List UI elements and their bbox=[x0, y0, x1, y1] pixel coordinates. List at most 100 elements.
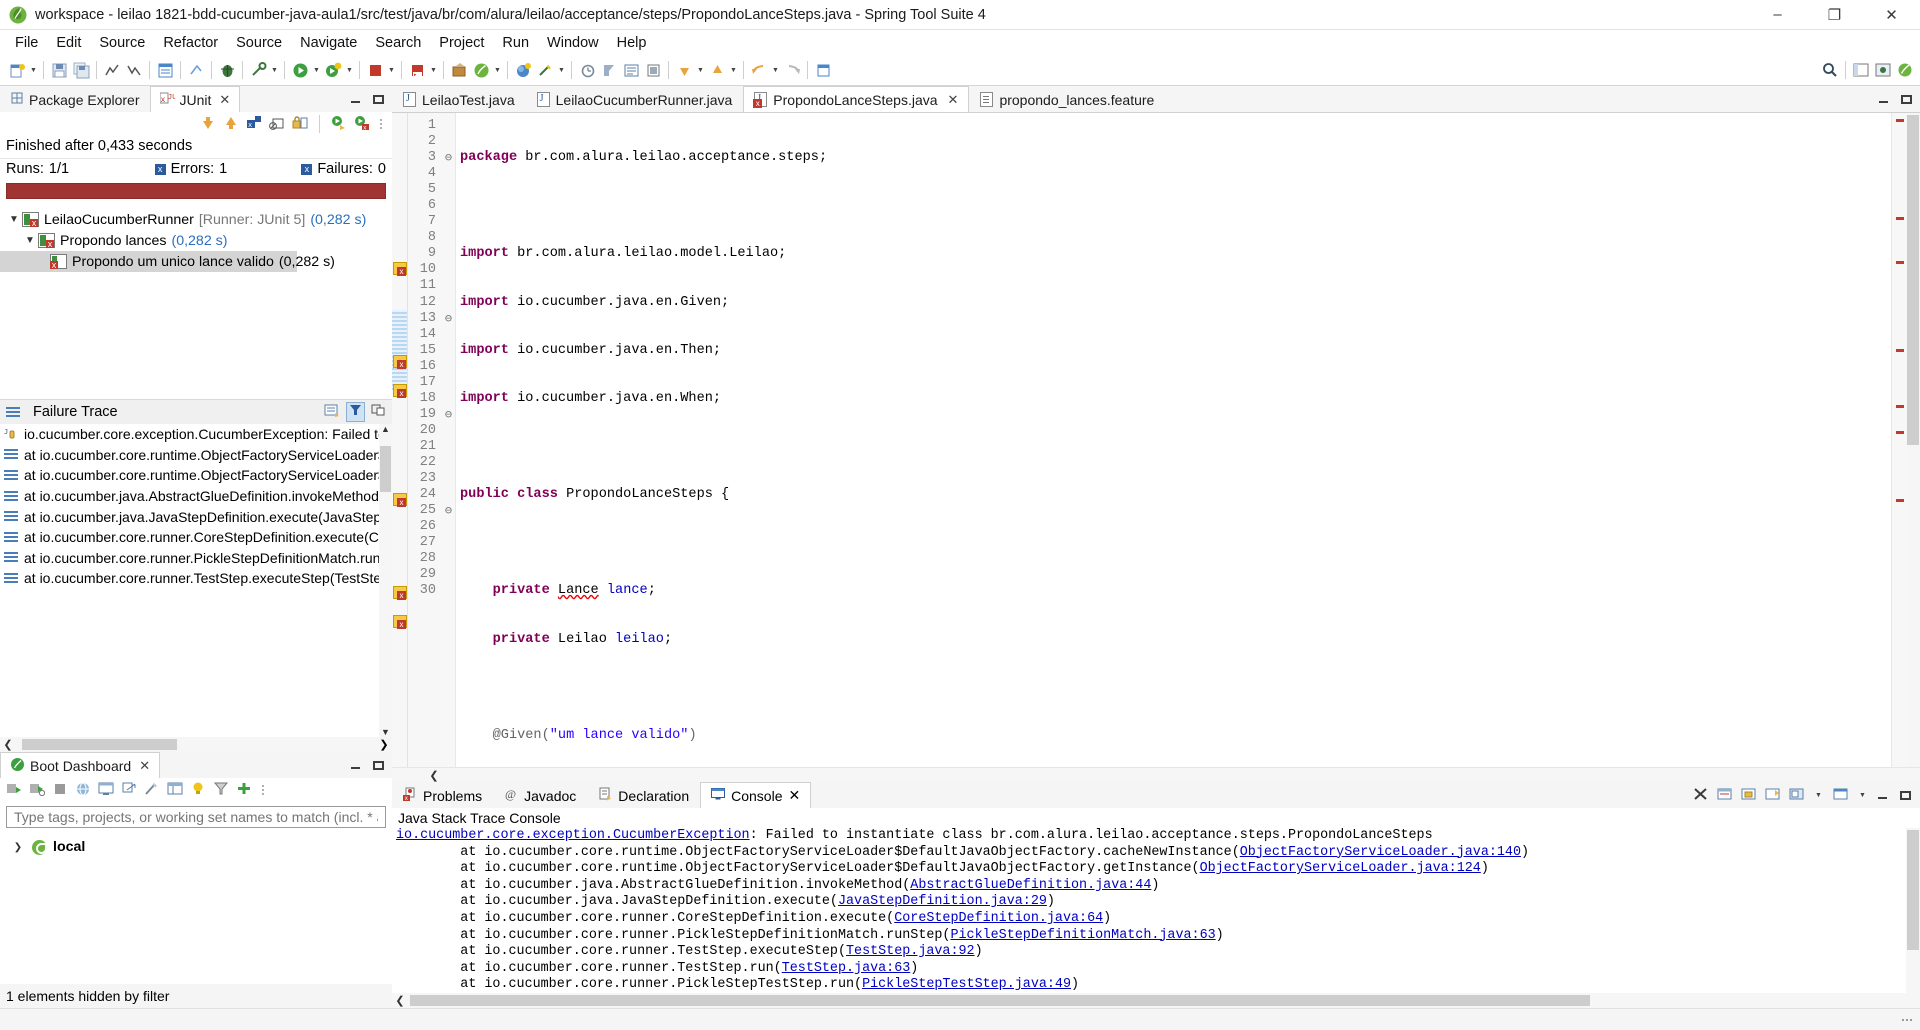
error-marker-icon[interactable] bbox=[393, 615, 407, 629]
tab-package-explorer[interactable]: Package Explorer bbox=[0, 86, 150, 112]
perspective-java-icon[interactable] bbox=[1850, 59, 1872, 81]
new-java-project-icon[interactable] bbox=[512, 59, 534, 81]
stack-trace-link[interactable]: JavaStepDefinition.java:29 bbox=[838, 894, 1047, 909]
boot-dashboard-filter-input[interactable] bbox=[12, 808, 380, 826]
next-annotation-icon[interactable] bbox=[673, 59, 695, 81]
relaunch-dropdown-icon[interactable]: ▼ bbox=[428, 59, 439, 81]
failure-trace-row[interactable]: J io.cucumber.core.exception.CucumberExc… bbox=[0, 424, 392, 445]
boot-dashboard-tree[interactable]: ❯ local bbox=[0, 830, 392, 984]
console-vertical-scrollbar[interactable] bbox=[1906, 828, 1920, 993]
next-annotation-dropdown-icon[interactable]: ▼ bbox=[695, 59, 706, 81]
menu-source[interactable]: Source bbox=[90, 33, 154, 53]
minimize-view-icon[interactable] bbox=[350, 759, 363, 772]
boot-dashboard-item-local[interactable]: ❯ local bbox=[0, 836, 392, 858]
failure-trace-row[interactable]: at io.cucumber.java.JavaStepDefinition.e… bbox=[0, 506, 392, 527]
show-ignored-icon[interactable] bbox=[269, 115, 285, 134]
resize-grip-icon[interactable] bbox=[1902, 1018, 1912, 1021]
open-console-icon[interactable] bbox=[98, 781, 114, 799]
maximize-view-icon[interactable] bbox=[372, 93, 385, 106]
console-output[interactable]: io.cucumber.core.exception.CucumberExcep… bbox=[392, 828, 1920, 993]
lock-scroll-icon[interactable] bbox=[292, 115, 308, 134]
new-wizard-icon[interactable] bbox=[6, 59, 28, 81]
save-all-icon[interactable] bbox=[70, 59, 92, 81]
close-icon[interactable]: ✕ bbox=[789, 787, 801, 804]
maximize-editor-icon[interactable] bbox=[1900, 93, 1913, 106]
filter-stack-trace-icon[interactable] bbox=[346, 402, 365, 422]
minimize-view-icon[interactable] bbox=[350, 93, 363, 106]
chevron-down-icon[interactable]: ▼ bbox=[22, 235, 38, 246]
maximize-button[interactable]: ❐ bbox=[1806, 0, 1863, 30]
close-button[interactable]: ✕ bbox=[1863, 0, 1920, 30]
scrollbar-thumb[interactable] bbox=[410, 995, 1590, 1006]
tab-boot-dashboard[interactable]: Boot Dashboard ✕ bbox=[0, 752, 161, 778]
failure-trace-row[interactable]: at io.cucumber.core.runtime.ObjectFactor… bbox=[0, 445, 392, 466]
maximize-view-icon[interactable] bbox=[372, 759, 385, 772]
overview-error-mark[interactable] bbox=[1896, 431, 1904, 434]
spring-boot-icon[interactable] bbox=[470, 59, 492, 81]
stack-trace-link[interactable]: io.cucumber.core.exception.CucumberExcep… bbox=[396, 828, 750, 843]
rerun-test-icon[interactable] bbox=[331, 115, 347, 134]
debug-bug-icon[interactable] bbox=[216, 59, 238, 81]
previous-failure-icon[interactable] bbox=[223, 115, 239, 134]
scrollbar-thumb[interactable] bbox=[22, 739, 177, 750]
bookmark-icon[interactable] bbox=[642, 59, 664, 81]
fold-toggle-icon[interactable]: ⊖ bbox=[442, 503, 455, 519]
overview-error-mark[interactable] bbox=[1896, 217, 1904, 220]
menu-run[interactable]: Run bbox=[493, 33, 538, 53]
fold-toggle-icon[interactable]: ⊖ bbox=[442, 407, 455, 423]
relaunch-icon[interactable]: ▸ bbox=[406, 59, 428, 81]
scroll-lock-icon[interactable] bbox=[1741, 787, 1756, 804]
stop-app-icon[interactable] bbox=[52, 781, 68, 799]
stack-trace-link[interactable]: TestStep.java:63 bbox=[782, 961, 911, 976]
external-tools-dropdown-icon[interactable]: ▼ bbox=[269, 59, 280, 81]
overview-error-mark[interactable] bbox=[1896, 261, 1904, 264]
failure-trace-horizontal-scrollbar[interactable]: ❮ ❯ bbox=[0, 737, 392, 752]
menu-refactor[interactable]: Refactor bbox=[154, 33, 227, 53]
restart-app-icon[interactable] bbox=[29, 781, 46, 799]
menu-file[interactable]: File bbox=[6, 33, 47, 53]
editor-vertical-scrollbar[interactable] bbox=[1906, 113, 1920, 767]
junit-tree-row-selected[interactable]: Propondo um unico lance valido (0,282 s) bbox=[0, 251, 335, 272]
run-dropdown-icon[interactable]: ▼ bbox=[311, 59, 322, 81]
overview-error-mark[interactable] bbox=[1896, 349, 1904, 352]
back-icon[interactable] bbox=[748, 59, 770, 81]
editor-body[interactable]: 1234 5678 9101112 13141516 17181920 2122… bbox=[392, 112, 1920, 767]
terminate-icon[interactable] bbox=[1693, 787, 1708, 804]
open-console-menu-icon[interactable] bbox=[1833, 787, 1848, 804]
close-icon[interactable]: ✕ bbox=[219, 92, 230, 108]
boot-dashboard-view-menu-icon[interactable] bbox=[259, 779, 266, 801]
forward-icon[interactable] bbox=[781, 59, 803, 81]
junit-view-menu-icon[interactable] bbox=[377, 113, 384, 135]
menu-help[interactable]: Help bbox=[608, 33, 656, 53]
build-chart-icon[interactable] bbox=[101, 59, 123, 81]
filter-icon[interactable] bbox=[213, 781, 229, 799]
scrollbar-thumb[interactable] bbox=[1907, 830, 1919, 950]
next-failure-icon[interactable] bbox=[200, 115, 216, 134]
failure-trace-row[interactable]: at io.cucumber.core.runner.TestStep.exec… bbox=[0, 568, 392, 589]
fold-toggle-icon[interactable]: ⊖ bbox=[442, 150, 455, 166]
chevron-right-icon[interactable]: ❯ bbox=[10, 842, 26, 853]
junit-tree-row[interactable]: ▼ LeilaoCucumberRunner [Runner: JUnit 5]… bbox=[0, 209, 392, 230]
open-browser-icon[interactable] bbox=[75, 781, 91, 799]
menu-edit[interactable]: Edit bbox=[47, 33, 90, 53]
failure-trace-row[interactable]: at io.cucumber.java.AbstractGlueDefiniti… bbox=[0, 486, 392, 507]
failure-trace-row[interactable]: at io.cucumber.core.runner.CoreStepDefin… bbox=[0, 527, 392, 548]
stack-trace-link[interactable]: AbstractGlueDefinition.java:44 bbox=[910, 878, 1151, 893]
stack-trace-link[interactable]: ObjectFactoryServiceLoader.java:124 bbox=[1200, 861, 1481, 876]
error-marker-icon[interactable] bbox=[393, 493, 407, 507]
external-tools-icon[interactable] bbox=[247, 59, 269, 81]
junit-tree-row[interactable]: ▼ Propondo lances (0,282 s) bbox=[0, 230, 392, 251]
stack-trace-link[interactable]: PickleStepDefinitionMatch.java:63 bbox=[950, 928, 1215, 943]
fold-toggle-icon[interactable]: ⊖ bbox=[442, 311, 455, 327]
overview-error-mark[interactable] bbox=[1896, 499, 1904, 502]
menu-project[interactable]: Project bbox=[430, 33, 493, 53]
minimize-button[interactable]: – bbox=[1749, 0, 1806, 30]
clear-console-icon[interactable] bbox=[1717, 787, 1732, 804]
stop-dropdown-icon[interactable]: ▼ bbox=[386, 59, 397, 81]
error-marker-icon[interactable] bbox=[393, 384, 407, 398]
history-icon[interactable] bbox=[576, 59, 598, 81]
back-dropdown-icon[interactable]: ▼ bbox=[770, 59, 781, 81]
open-resource-icon[interactable] bbox=[154, 59, 176, 81]
display-console-dropdown-icon[interactable]: ▼ bbox=[1813, 784, 1824, 806]
boot-dashboard-filter[interactable] bbox=[6, 806, 386, 828]
